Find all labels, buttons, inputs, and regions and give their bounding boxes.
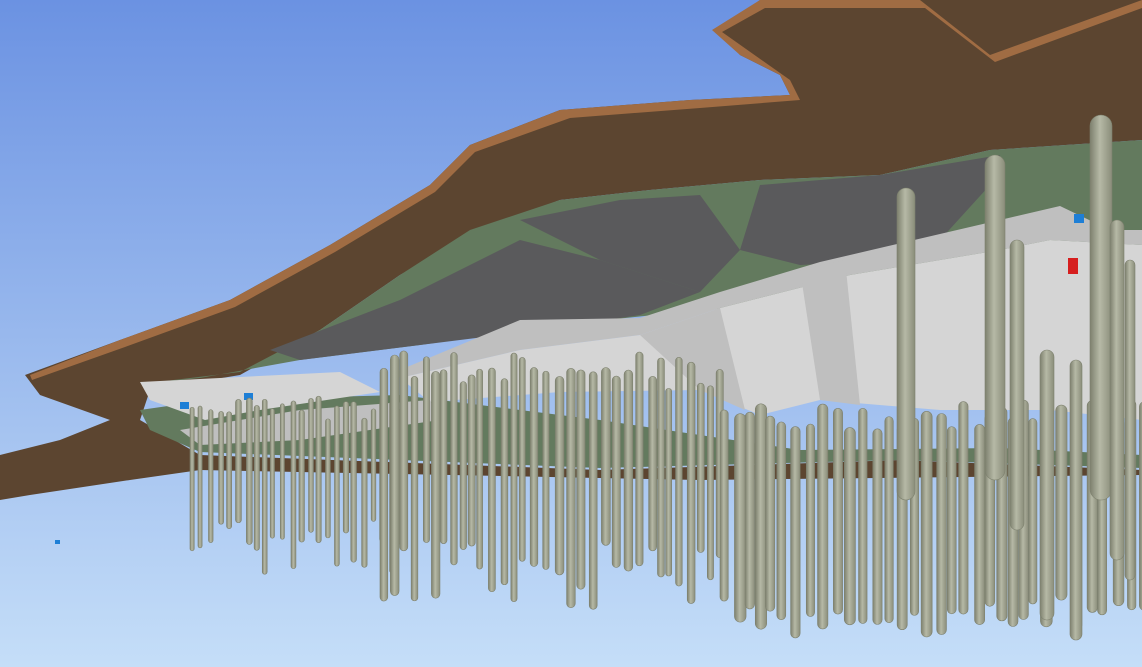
pile	[226, 411, 232, 529]
pile	[518, 357, 526, 562]
pile	[325, 418, 331, 539]
marker-blue-3[interactable]	[1074, 214, 1084, 223]
pile	[984, 154, 1006, 481]
model-scene[interactable]	[0, 0, 1142, 667]
pile	[946, 426, 957, 615]
pile	[399, 350, 409, 552]
pile	[431, 371, 441, 599]
pile	[379, 367, 389, 602]
pile	[197, 405, 203, 549]
pile	[342, 401, 350, 534]
pile	[450, 352, 458, 566]
pile	[744, 411, 755, 610]
pile	[790, 426, 801, 639]
pile	[805, 423, 815, 617]
pile	[500, 378, 509, 586]
pile	[554, 376, 565, 576]
pile	[261, 398, 268, 575]
pile	[290, 400, 297, 569]
pile	[601, 367, 611, 546]
marker-blue-4[interactable]	[55, 540, 60, 544]
pile	[529, 367, 539, 567]
pile	[1089, 114, 1113, 501]
pile	[279, 403, 285, 540]
pile	[776, 421, 787, 620]
pile	[218, 411, 224, 525]
pile	[334, 405, 340, 567]
pile	[246, 397, 253, 545]
pile	[686, 361, 696, 604]
pile	[467, 374, 476, 547]
pile	[410, 376, 419, 602]
pile	[542, 370, 550, 570]
pile	[896, 187, 916, 501]
pile	[734, 413, 747, 623]
pile	[235, 399, 242, 524]
pile	[623, 369, 634, 572]
pile	[298, 409, 305, 543]
pile	[817, 403, 829, 630]
pile	[390, 354, 400, 596]
pile	[657, 357, 665, 578]
pile	[974, 424, 986, 625]
pile	[635, 351, 644, 567]
marker-blue-1[interactable]	[180, 402, 189, 409]
pile	[611, 375, 621, 568]
pile	[696, 382, 705, 553]
pile	[648, 376, 657, 552]
pile	[1055, 404, 1068, 601]
pile	[958, 401, 969, 615]
pile	[1109, 219, 1125, 561]
pile	[476, 368, 483, 570]
pile	[488, 367, 496, 593]
pile	[707, 385, 714, 581]
pile	[872, 428, 883, 625]
pile	[510, 352, 518, 602]
pile	[459, 381, 467, 550]
pile	[423, 356, 430, 543]
pile	[833, 407, 843, 615]
pile	[361, 417, 368, 568]
pile	[370, 408, 377, 522]
pile	[843, 427, 856, 626]
pile	[719, 409, 729, 602]
pile	[315, 395, 322, 543]
pile	[858, 407, 868, 624]
pile	[308, 398, 314, 533]
pile	[1124, 259, 1136, 581]
pile	[884, 416, 894, 623]
pile	[1069, 359, 1083, 641]
pile	[1039, 349, 1055, 621]
pile	[936, 413, 947, 635]
3d-viewport[interactable]	[0, 0, 1142, 667]
pile	[350, 401, 357, 563]
pile	[665, 388, 673, 577]
pile	[765, 415, 776, 612]
pile	[253, 405, 260, 551]
pile	[920, 411, 933, 638]
pile	[566, 368, 576, 608]
marker-red-1[interactable]	[1068, 258, 1078, 274]
pile	[208, 409, 214, 543]
pile	[439, 369, 448, 544]
pile	[675, 357, 683, 587]
pile	[588, 371, 598, 610]
pile	[1009, 239, 1025, 531]
pile	[754, 403, 767, 630]
pile	[1028, 418, 1038, 605]
pile	[576, 369, 586, 590]
pile	[189, 406, 195, 552]
pile	[269, 408, 275, 539]
